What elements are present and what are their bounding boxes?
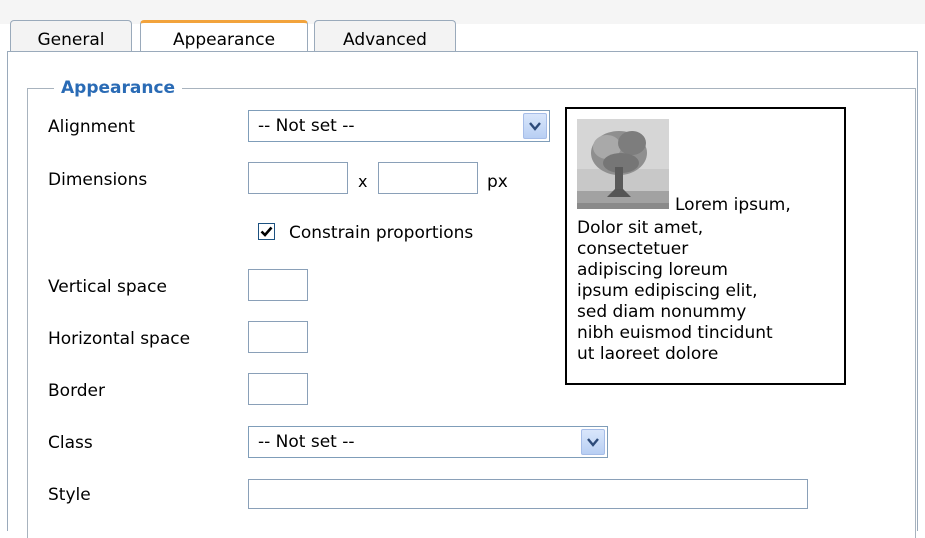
horizontal-space-label: Horizontal space: [48, 329, 191, 349]
checkmark-icon: [260, 226, 273, 237]
style-label: Style: [48, 485, 91, 505]
preview-line: adipiscing loreum: [577, 260, 728, 280]
tab-advanced[interactable]: Advanced: [314, 20, 456, 52]
chevron-down-icon[interactable]: [523, 113, 547, 139]
preview-line: ipsum edipiscing elit,: [577, 281, 758, 301]
vertical-space-input[interactable]: [248, 269, 308, 301]
width-input[interactable]: [248, 162, 348, 194]
fieldset-legend: Appearance: [54, 78, 183, 98]
vertical-space-label: Vertical space: [48, 277, 167, 297]
dimensions-separator: x: [358, 172, 368, 191]
border-label: Border: [48, 381, 105, 401]
horizontal-space-input[interactable]: [248, 321, 308, 353]
preview-first-line: Lorem ipsum,: [675, 195, 791, 215]
alignment-label: Alignment: [48, 117, 136, 137]
class-select-value: -- Not set --: [258, 432, 355, 452]
constrain-proportions-checkbox[interactable]: [258, 223, 275, 240]
class-select[interactable]: -- Not set --: [248, 426, 608, 458]
preview-line: ut laoreet dolore: [577, 344, 719, 364]
dimensions-label: Dimensions: [48, 170, 148, 190]
alignment-select[interactable]: -- Not set --: [248, 110, 550, 142]
tab-appearance[interactable]: Appearance: [140, 20, 308, 52]
tree-image-icon: [577, 119, 669, 209]
dimensions-unit: px: [487, 172, 508, 192]
constrain-proportions-label: Constrain proportions: [289, 223, 474, 243]
preview-line: Dolor sit amet,: [577, 218, 704, 238]
preview-line: nibh euismod tincidunt: [577, 323, 773, 343]
preview-line: consectetuer: [577, 239, 689, 259]
height-input[interactable]: [378, 162, 478, 194]
style-input[interactable]: [248, 479, 808, 509]
tab-strip-background: [0, 0, 925, 24]
chevron-down-icon[interactable]: [581, 429, 605, 455]
preview-line: sed diam nonummy: [577, 302, 747, 322]
image-preview: Lorem ipsum, Dolor sit amet, consectetue…: [565, 107, 846, 385]
class-label: Class: [48, 433, 93, 453]
alignment-select-value: -- Not set --: [258, 116, 355, 136]
preview-text: Dolor sit amet, consectetuer adipiscing …: [577, 218, 773, 365]
tab-general[interactable]: General: [10, 20, 132, 52]
border-input[interactable]: [248, 373, 308, 405]
